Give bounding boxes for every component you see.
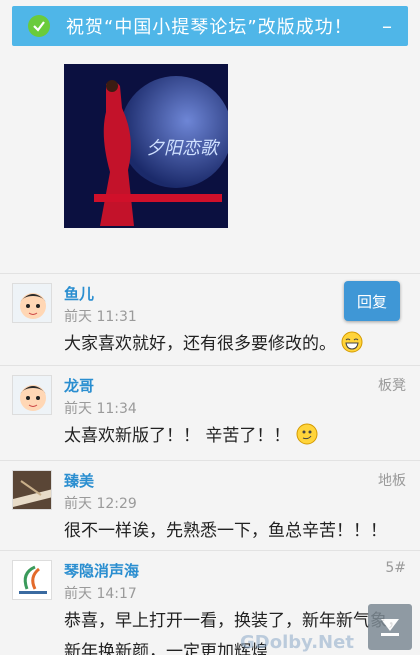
comment-time: 前天 14:17 (64, 586, 137, 602)
floor-label: 板凳 (378, 378, 406, 394)
comment-text: 很不一样诶，先熟悉一下，鱼总辛苦！！！ (64, 516, 404, 547)
grin-emoji-icon (341, 331, 363, 353)
comment-item: 琴隐消声海 前天 14:17 5# 恭喜，早上打开一看，换装了，新年新气象，新年… (0, 550, 420, 655)
floor-label: 5# (385, 560, 406, 576)
avatar[interactable] (12, 375, 52, 415)
scroll-down-button[interactable] (368, 604, 412, 650)
comment-author[interactable]: 琴隐消声海 (64, 560, 139, 581)
comment-item: 龙哥 前天 11:34 板凳 太喜欢新版了！！ 辛苦了！！ (0, 365, 420, 460)
comment-text-content: 大家喜欢就好，还有很多要修改的。 (64, 334, 336, 354)
close-banner-button[interactable]: – (382, 14, 392, 38)
comment-text: 大家喜欢就好，还有很多要修改的。 (64, 329, 404, 360)
comment-author[interactable]: 龙哥 (64, 375, 94, 396)
success-banner: 祝贺“中国小提琴论坛”改版成功！ – (12, 6, 408, 46)
watermark-text: GDolby.Net (240, 632, 354, 653)
post-image[interactable]: 夕阳恋歌 (64, 64, 228, 228)
comment-author[interactable]: 臻美 (64, 470, 94, 491)
smirk-emoji-icon (296, 423, 318, 445)
banner-text: 祝贺“中国小提琴论坛”改版成功！ (66, 17, 353, 38)
check-icon (28, 15, 50, 37)
comment-time: 前天 12:29 (64, 496, 137, 512)
chevron-down-icon (381, 619, 399, 636)
comment-text: 太喜欢新版了！！ 辛苦了！！ (64, 421, 404, 452)
comment-text-content: 很不一样诶，先熟悉一下，鱼总辛苦！！！ (64, 521, 387, 541)
poster-title: 夕阳恋歌 (146, 138, 218, 159)
comment-time: 前天 11:31 (64, 309, 137, 325)
reply-button[interactable]: 回复 (344, 281, 400, 321)
floor-label: 地板 (378, 473, 406, 489)
comment-text-content: 太喜欢新版了！！ 辛苦了！！ (64, 426, 291, 446)
avatar[interactable] (12, 283, 52, 323)
avatar[interactable] (12, 560, 52, 600)
avatar[interactable] (12, 470, 52, 510)
comment-item: 臻美 前天 12:29 地板 很不一样诶，先熟悉一下，鱼总辛苦！！！ (0, 460, 420, 550)
comment-author[interactable]: 鱼儿 (64, 283, 94, 304)
comment-time: 前天 11:34 (64, 401, 137, 417)
